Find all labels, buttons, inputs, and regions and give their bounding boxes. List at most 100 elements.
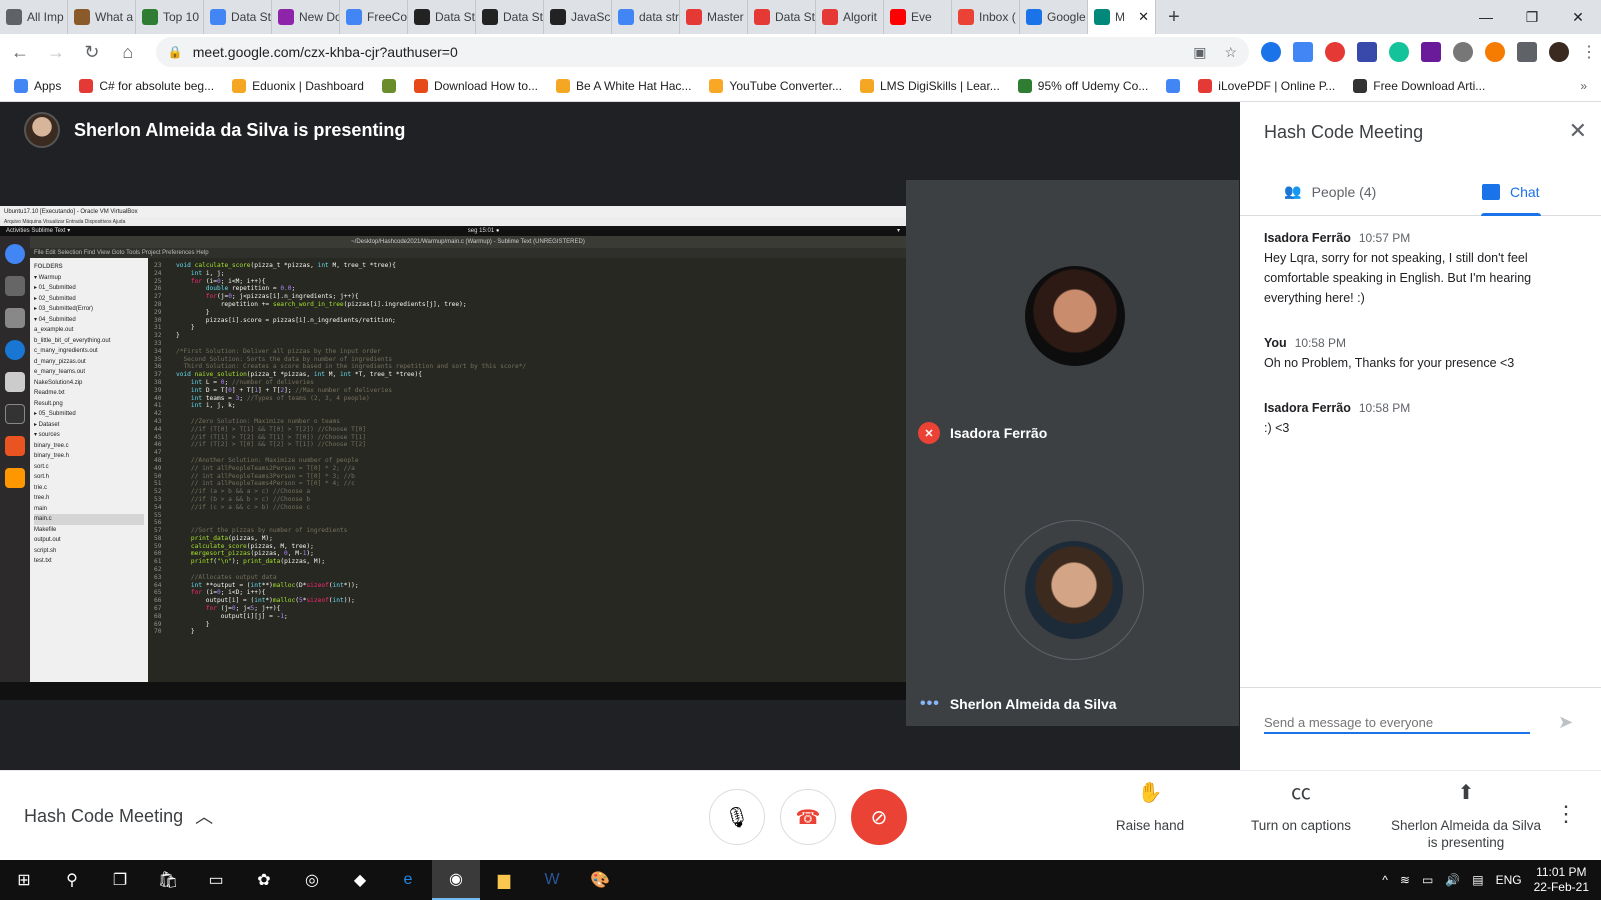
battery-icon[interactable]: ▭: [1422, 873, 1433, 887]
reload-icon[interactable]: ↻: [76, 36, 108, 68]
tab-label: What a: [95, 10, 134, 24]
chrome-icon[interactable]: ◉: [432, 860, 480, 900]
browser-tab[interactable]: Data St: [204, 0, 272, 34]
browser-tab[interactable]: data str: [612, 0, 680, 34]
bookmark-favicon-icon: [556, 78, 571, 93]
close-icon[interactable]: ✕: [1569, 118, 1587, 144]
profile-avatar[interactable]: [1549, 42, 1570, 62]
chat-input[interactable]: [1264, 712, 1530, 734]
hang-up-icon: ☎: [795, 806, 821, 829]
paint-icon[interactable]: 🎨: [576, 860, 624, 900]
camera-button[interactable]: ⊘: [851, 789, 907, 845]
bookmark-item[interactable]: Download How to...: [413, 78, 538, 93]
more-bookmarks-icon[interactable]: »: [1580, 79, 1587, 93]
bookmark-star-icon[interactable]: ☆: [1224, 44, 1237, 61]
bookmark-item[interactable]: Apps: [14, 78, 61, 93]
tab-people[interactable]: 👥 People (4): [1240, 168, 1421, 215]
extension-icon[interactable]: [1325, 42, 1346, 62]
bookmark-item[interactable]: LMS DigiSkills | Lear...: [859, 78, 1000, 93]
browser-tab[interactable]: FreeCo: [340, 0, 408, 34]
back-icon[interactable]: ←: [4, 36, 36, 68]
restore-icon[interactable]: ❐: [1509, 0, 1555, 34]
word-icon[interactable]: W: [528, 860, 576, 900]
browser-tab[interactable]: New Do: [272, 0, 340, 34]
camera-icon[interactable]: ▣: [1193, 44, 1206, 61]
close-tab-icon[interactable]: ✕: [1138, 9, 1149, 25]
browser-tab[interactable]: Top 10: [136, 0, 204, 34]
browser-tab[interactable]: Data St: [748, 0, 816, 34]
clock-time: 11:01 PM: [1536, 865, 1587, 879]
bookmark-item[interactable]: [1166, 78, 1181, 93]
volume-icon[interactable]: 🔊: [1445, 873, 1460, 887]
clock[interactable]: 11:01 PM 22-Feb-21: [1534, 865, 1589, 895]
app-icon[interactable]: ◎: [288, 860, 336, 900]
browser-tab[interactable]: Algorit: [816, 0, 884, 34]
extension-icon[interactable]: [1261, 42, 1282, 62]
browser-tab[interactable]: Google: [1020, 0, 1088, 34]
extension-icon[interactable]: [1293, 42, 1314, 62]
bookmark-item[interactable]: Eduonix | Dashboard: [232, 78, 364, 93]
participant-label: ••• Sherlon Almeida da Silva: [920, 695, 1117, 713]
browser-tab[interactable]: Data St: [476, 0, 544, 34]
ubuntu-desktop: ~/Desktop/Hashcode2021/Warmup/main.c (Wa…: [0, 236, 906, 682]
browser-tab-active[interactable]: M ✕: [1088, 0, 1156, 34]
wifi-icon[interactable]: ≋: [1400, 873, 1410, 887]
new-tab-icon[interactable]: +: [1156, 6, 1192, 29]
address-bar[interactable]: 🔒 meet.google.com/czx-khba-cjr?authuser=…: [155, 37, 1250, 67]
language-indicator[interactable]: ENG: [1496, 873, 1522, 887]
puzzle-icon[interactable]: [1517, 42, 1538, 62]
extension-icon[interactable]: [1453, 42, 1474, 62]
browser-tab[interactable]: Data St: [408, 0, 476, 34]
app-icon[interactable]: ✿: [240, 860, 288, 900]
minimize-icon[interactable]: —: [1463, 0, 1509, 34]
bookmark-item[interactable]: C# for absolute beg...: [79, 78, 214, 93]
notifications-icon[interactable]: ▤: [1472, 873, 1483, 887]
meeting-details-button[interactable]: Hash Code Meeting ︿: [24, 803, 213, 829]
tab-favicon-icon: [686, 9, 702, 25]
file-tree-item: main: [34, 505, 48, 512]
browser-tab[interactable]: All Imp: [0, 0, 68, 34]
extension-icon[interactable]: [1357, 42, 1378, 62]
microphone-button[interactable]: 🎙: [709, 789, 765, 845]
forward-icon[interactable]: →: [40, 36, 72, 68]
edge-icon[interactable]: e: [384, 860, 432, 900]
file-explorer-icon[interactable]: ▆: [480, 860, 528, 900]
bookmark-item[interactable]: YouTube Converter...: [709, 78, 842, 93]
camera-dock-icon: [5, 276, 25, 296]
browser-tab[interactable]: Inbox (: [952, 0, 1020, 34]
captions-button[interactable]: ㏄ Turn on captions: [1226, 783, 1376, 834]
raise-hand-button[interactable]: ✋ Raise hand: [1075, 783, 1225, 834]
presenting-button[interactable]: ⬆ Sherlon Almeida da Silva is presenting: [1386, 783, 1546, 851]
bookmark-item[interactable]: Free Download Arti...: [1353, 78, 1485, 93]
store-icon[interactable]: 🛍: [144, 860, 192, 900]
bookmark-item[interactable]: Be A White Hat Hac...: [556, 78, 691, 93]
windows-start-icon[interactable]: ⊞: [0, 860, 48, 900]
task-view-icon[interactable]: ❐: [96, 860, 144, 900]
bookmark-item[interactable]: iLovePDF | Online P...: [1198, 78, 1335, 93]
url-text: meet.google.com/czx-khba-cjr?authuser=0: [192, 44, 458, 60]
bookmark-item[interactable]: [381, 78, 396, 93]
more-options-icon[interactable]: ⋮: [1555, 801, 1577, 827]
shared-screen[interactable]: Ubuntu17.10 [Executando] - Oracle VM Vir…: [0, 206, 906, 700]
extension-icon[interactable]: [1485, 42, 1506, 62]
file-tree-item: main.c: [34, 514, 144, 525]
search-icon[interactable]: ⚲: [48, 860, 96, 900]
extension-icon[interactable]: [1389, 42, 1410, 62]
close-window-icon[interactable]: ✕: [1555, 0, 1601, 34]
browser-tab[interactable]: Eve: [884, 0, 952, 34]
send-icon[interactable]: ➤: [1558, 712, 1573, 733]
home-icon[interactable]: ⌂: [112, 36, 144, 68]
tab-favicon-icon: [958, 9, 974, 25]
browser-tab[interactable]: Master: [680, 0, 748, 34]
leave-call-button[interactable]: ☎: [780, 789, 836, 845]
browser-tab[interactable]: What a: [68, 0, 136, 34]
menu-kebab-icon[interactable]: ⋮: [1581, 42, 1601, 62]
bookmark-item[interactable]: 95% off Udemy Co...: [1017, 78, 1148, 93]
browser-tab[interactable]: JavaScr: [544, 0, 612, 34]
chevron-up-icon[interactable]: ^: [1382, 873, 1388, 887]
screen-root: All Imp What a Top 10 Data St New Do FreeCo Da…: [0, 0, 1601, 900]
extension-icon[interactable]: [1421, 42, 1442, 62]
app-icon[interactable]: ◆: [336, 860, 384, 900]
tab-chat[interactable]: Chat: [1421, 168, 1601, 216]
terminal-icon[interactable]: ▭: [192, 860, 240, 900]
